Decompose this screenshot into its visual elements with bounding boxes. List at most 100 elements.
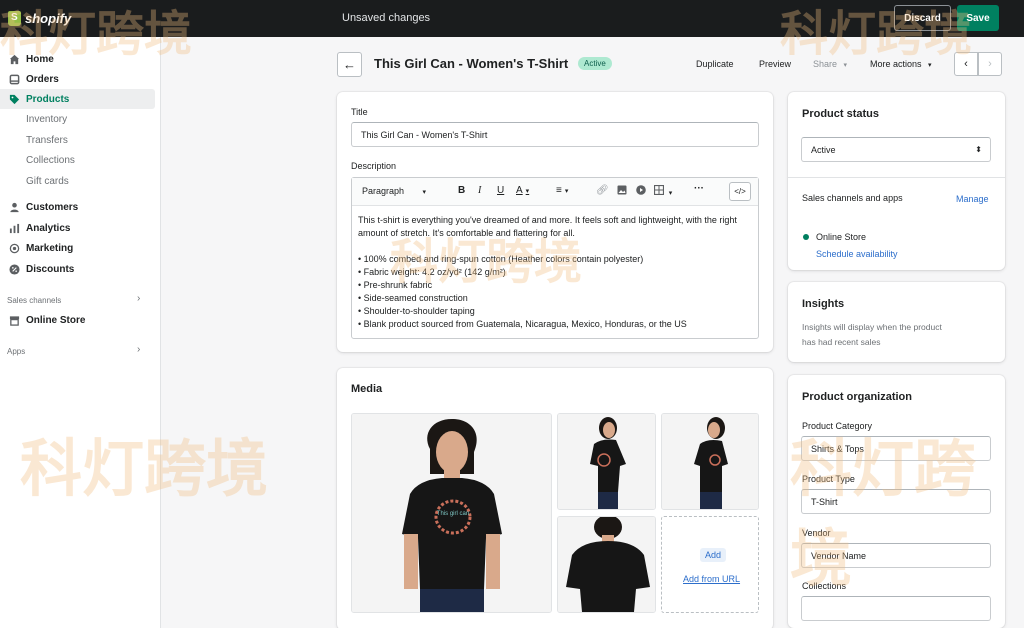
product-category-label: Product Category [802, 421, 873, 431]
sidebar-item-online-store[interactable]: Online Store [0, 310, 155, 330]
media-add-dropzone[interactable]: Add Add from URL [661, 516, 759, 613]
sales-channels-label: Sales channels and apps [802, 193, 903, 203]
save-button[interactable]: Save [957, 5, 999, 31]
share-button[interactable]: Share ▾ [813, 59, 847, 69]
title-label: Title [351, 107, 368, 117]
media-title: Media [351, 383, 383, 395]
sidebar-item-label: Home [26, 53, 54, 65]
add-media-button[interactable]: Add [700, 548, 727, 562]
more-icon[interactable]: ··· [694, 183, 704, 194]
sidebar-subitem-inventory[interactable]: Inventory [26, 114, 67, 125]
product-type-label: Product Type [802, 474, 855, 484]
chevron-right-icon: › [988, 58, 992, 70]
italic-icon[interactable]: I [478, 185, 481, 196]
media-image-4[interactable] [557, 516, 656, 613]
vendor-input[interactable]: Vendor Name [801, 543, 991, 568]
description-bullet: • Shoulder-to-shoulder taping [358, 306, 475, 316]
woman-tshirt-angle-photo [558, 414, 655, 509]
sidebar-item-home[interactable]: Home [0, 49, 155, 69]
published-status-dot [803, 234, 809, 240]
product-status-title: Product status [802, 108, 880, 120]
media-image-3[interactable] [661, 413, 759, 510]
sidebar-subitem-gift-cards[interactable]: Gift cards [26, 176, 69, 187]
caret-down-icon: ▾ [422, 189, 427, 196]
video-icon[interactable] [636, 185, 646, 198]
bold-icon[interactable]: B [458, 185, 465, 196]
chevron-right-icon[interactable]: › [137, 293, 140, 304]
chevron-left-icon: ‹ [964, 58, 968, 70]
online-store-channel: Online Store [816, 232, 867, 242]
woman-tshirt-front-photo: This girl can [352, 414, 551, 612]
paragraph-format-select[interactable]: Paragraph ▾ [362, 186, 426, 196]
insights-text-line1: Insights will display when the product [802, 322, 942, 332]
code-view-icon[interactable]: </> [729, 182, 751, 201]
align-icon[interactable]: ≡ ▾ [556, 185, 568, 196]
store-icon [8, 314, 20, 326]
sidebar-subitem-collections[interactable]: Collections [26, 155, 75, 166]
status-select[interactable]: Active ⬍ [801, 137, 991, 162]
image-icon[interactable] [617, 185, 627, 198]
description-bullet: • Side-seamed construction [358, 293, 468, 303]
caret-down-icon: ▾ [928, 62, 932, 69]
insights-text-line2: has had recent sales [802, 337, 881, 347]
product-category-input[interactable]: Shirts & Tops [801, 436, 991, 461]
sidebar-item-orders[interactable]: Orders [0, 69, 155, 89]
target-icon [8, 242, 20, 254]
insights-card: Insights Insights will display when the … [788, 282, 1005, 362]
woman-tshirt-back-photo [558, 517, 655, 612]
add-from-url-link[interactable]: Add from URL [683, 574, 740, 584]
text-color-icon[interactable]: A ▾ [516, 185, 529, 196]
sidebar-item-label: Discounts [26, 263, 75, 275]
divider [788, 177, 1005, 178]
sidebar-item-analytics[interactable]: Analytics [0, 218, 155, 238]
chevron-right-icon[interactable]: › [137, 344, 140, 355]
woman-tshirt-side-photo [662, 414, 758, 509]
product-type-input[interactable]: T-Shirt [801, 489, 991, 514]
preview-button[interactable]: Preview [759, 59, 791, 69]
vendor-label: Vendor [802, 528, 831, 538]
product-organization-card: Product organization Product Category Sh… [788, 375, 1005, 628]
arrow-left-icon: ← [343, 57, 356, 72]
underline-icon[interactable]: U [497, 185, 504, 196]
description-content[interactable]: This t-shirt is everything you've dreame… [358, 214, 754, 331]
sidebar-item-products[interactable]: Products [0, 89, 155, 109]
title-input[interactable]: This Girl Can - Women's T-Shirt [351, 122, 759, 147]
sidebar-item-discounts[interactable]: Discounts [0, 259, 155, 279]
page-title: This Girl Can - Women's T-Shirt [374, 56, 569, 71]
top-bar: shopify Unsaved changes Discard Save [0, 0, 1024, 37]
sidebar-item-label: Orders [26, 73, 59, 85]
manage-channels-link[interactable]: Manage [956, 194, 989, 204]
duplicate-button[interactable]: Duplicate [696, 59, 734, 69]
sidebar-item-customers[interactable]: Customers [0, 197, 155, 217]
sidebar-item-label: Analytics [26, 222, 71, 234]
media-image-2[interactable] [557, 413, 656, 510]
schedule-availability-link[interactable]: Schedule availability [816, 249, 898, 259]
link-icon[interactable]: 🔗︎ [596, 185, 609, 196]
sidebar-item-label: Customers [26, 201, 79, 213]
status-badge: Active [578, 57, 612, 70]
discard-button[interactable]: Discard [894, 5, 951, 31]
description-bullet: • Blank product sourced from Guatemala, … [358, 319, 687, 329]
description-bullet: • Fabric weight: 4.2 oz/yd² (142 g/m²) [358, 267, 506, 277]
shopify-logo[interactable]: shopify [8, 11, 71, 26]
table-icon[interactable]: ▾ [653, 184, 672, 198]
description-bullet: • 100% combed and ring-spun cotton (Heat… [358, 254, 644, 264]
description-bullet: • Pre-shrunk fabric [358, 280, 433, 290]
sidebar-item-label: Products [26, 93, 70, 105]
media-image-main[interactable]: This girl can [351, 413, 552, 613]
tag-icon [8, 93, 20, 105]
sidebar-subitem-transfers[interactable]: Transfers [26, 135, 68, 146]
editor-toolbar: Paragraph ▾ B I U A ▾ ≡ ▾ 🔗︎ ▾ ··· </> [352, 178, 758, 206]
caret-down-icon: ▾ [843, 62, 848, 69]
description-editor: Paragraph ▾ B I U A ▾ ≡ ▾ 🔗︎ ▾ ··· </> Thi… [351, 177, 759, 339]
person-icon [8, 201, 20, 213]
more-actions-button[interactable]: More actions ▾ [870, 59, 932, 69]
sidebar-item-marketing[interactable]: Marketing [0, 238, 155, 258]
shopify-bag-icon [8, 11, 21, 26]
orders-icon [8, 73, 20, 85]
next-product-button[interactable]: › [978, 52, 1002, 76]
bar-chart-icon [8, 222, 20, 234]
previous-product-button[interactable]: ‹ [954, 52, 978, 76]
collections-input[interactable] [801, 596, 991, 621]
back-button[interactable]: ← [337, 52, 362, 77]
